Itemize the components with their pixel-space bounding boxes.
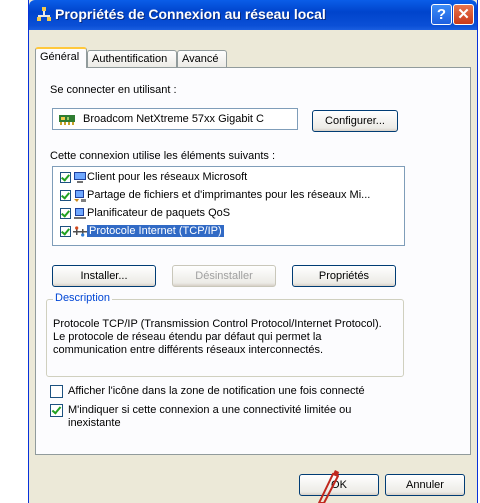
component-checkbox[interactable] (60, 172, 71, 183)
help-button[interactable]: ? (431, 4, 452, 25)
components-label: Cette connexion utilise les éléments sui… (50, 150, 276, 162)
network-connection-icon (37, 7, 51, 21)
component-label: Protocole Internet (TCP/IP) (87, 225, 224, 237)
description-group: Description Protocole TCP/IP (Transmissi… (46, 292, 404, 377)
show-icon-label: Afficher l'icône dans la zone de notific… (68, 385, 365, 397)
pen-cursor-icon (317, 470, 339, 503)
tab-authentication[interactable]: Authentification (87, 50, 177, 67)
configure-button[interactable]: Configurer... (312, 110, 398, 132)
notify-limited-checkbox[interactable] (50, 404, 63, 417)
show-icon-checkbox[interactable] (50, 385, 63, 398)
close-button[interactable]: ✕ (453, 4, 474, 25)
components-list[interactable]: Client pour les réseaux Microsoft Partag… (52, 166, 405, 246)
title-bar[interactable]: Propriétés de Connexion au réseau local … (29, 0, 477, 30)
qos-scheduler-icon (74, 208, 86, 219)
notify-limited-label: M'indiquer si cette connexion a une conn… (68, 404, 352, 429)
window-title: Propriétés de Connexion au réseau local (55, 6, 326, 22)
description-text: Protocole TCP/IP (Transmission Control P… (53, 318, 382, 356)
general-tab-panel: Se connecter en utilisant : Broadcom Net… (35, 67, 471, 455)
tab-advanced[interactable]: Avancé (177, 50, 227, 67)
file-printer-sharing-icon (74, 190, 86, 202)
uninstall-button[interactable]: Désinstaller (172, 265, 276, 287)
install-button[interactable]: Installer... (52, 265, 156, 287)
component-checkbox[interactable] (60, 226, 71, 237)
ok-button[interactable]: OK (299, 474, 379, 496)
connect-using-label: Se connecter en utilisant : (50, 84, 177, 96)
properties-button[interactable]: Propriétés (292, 265, 396, 287)
component-label: Planificateur de paquets QoS (87, 207, 231, 219)
component-label: Client pour les réseaux Microsoft (87, 171, 248, 183)
tab-general[interactable]: Général (35, 47, 87, 68)
description-title: Description (53, 292, 113, 304)
network-adapter-icon (59, 115, 75, 125)
network-client-icon (74, 172, 86, 183)
component-checkbox[interactable] (60, 190, 71, 201)
properties-dialog: Propriétés de Connexion au réseau local … (28, 0, 478, 503)
cancel-button[interactable]: Annuler (385, 474, 465, 496)
adapter-field: Broadcom NetXtreme 57xx Gigabit C (52, 108, 298, 130)
component-checkbox[interactable] (60, 208, 71, 219)
component-label: Partage de fichiers et d'imprimantes pou… (87, 189, 371, 201)
network-protocol-icon (73, 226, 87, 237)
adapter-name: Broadcom NetXtreme 57xx Gigabit C (83, 113, 264, 125)
